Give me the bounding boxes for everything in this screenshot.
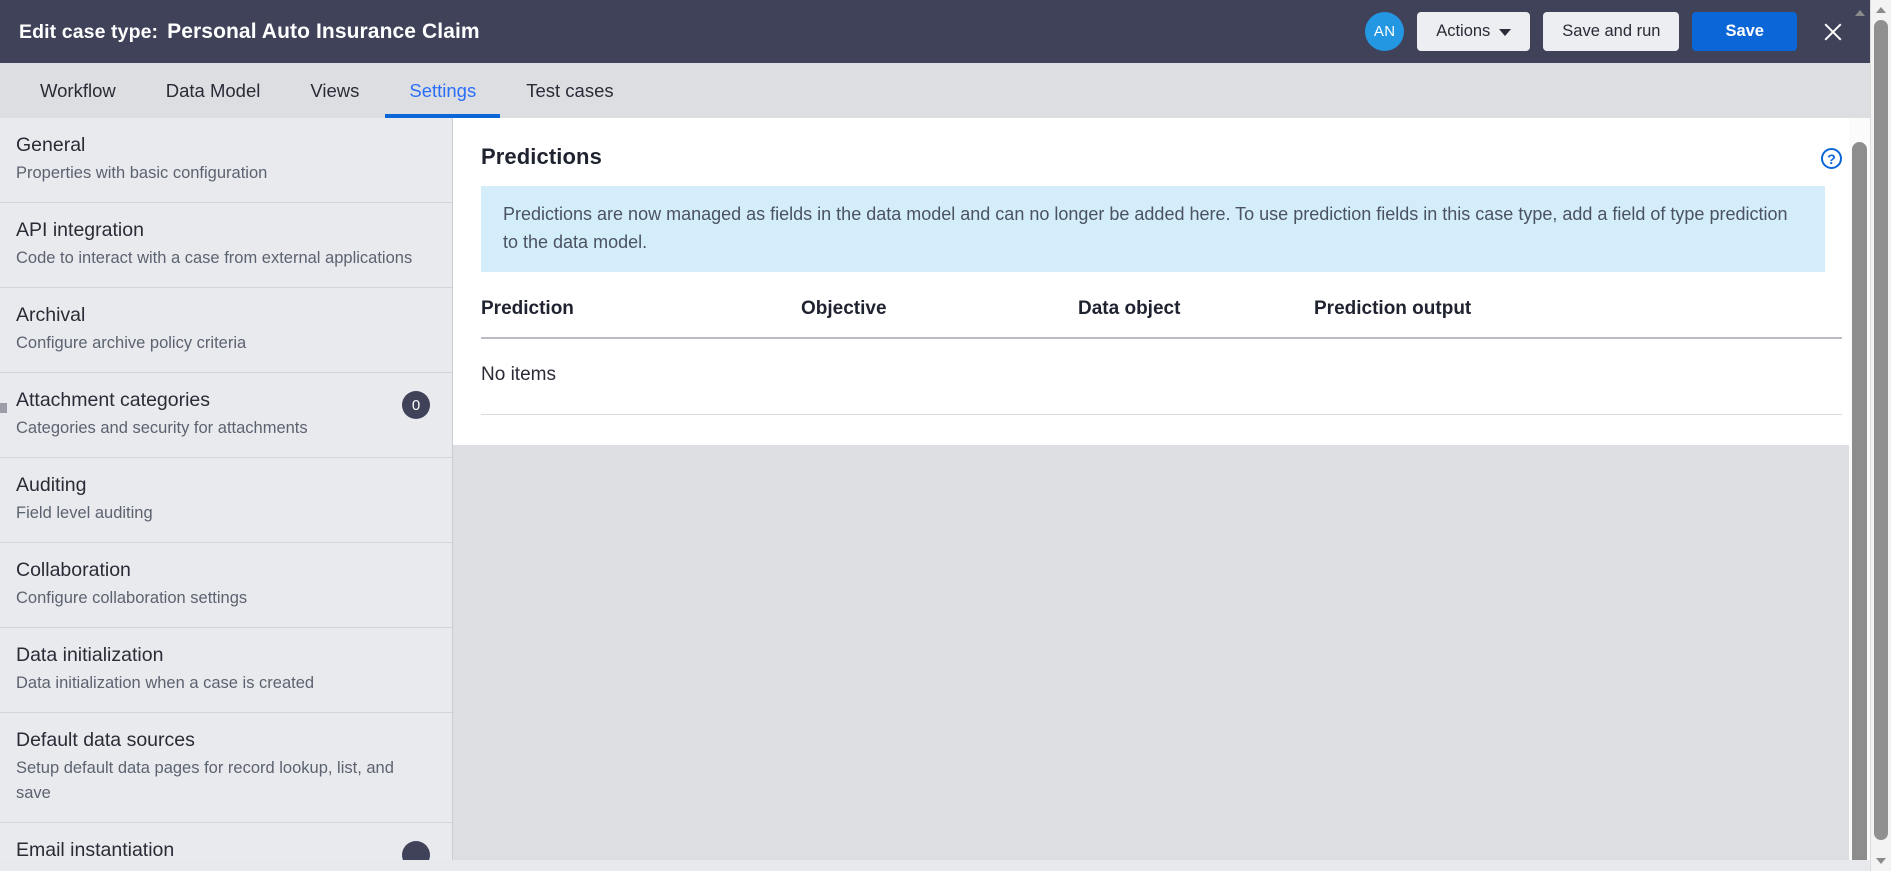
sidebar-item-desc: Data initialization when a case is creat… [16,674,315,692]
sidebar-item-title: General [16,134,86,156]
sidebar-item-email-instantiation[interactable]: Email instantiation [0,823,452,860]
page-title-label: Edit case type: [19,20,159,43]
tab-data-model-label: Data Model [165,79,261,101]
column-header-data-object[interactable]: Data object [1078,298,1314,339]
page-scroll-up-button[interactable] [1871,0,1891,20]
header-actions: AN Actions Save and run Save [1365,12,1870,51]
sidebar-item-desc: Code to interact with a case from extern… [16,249,413,267]
sidebar-item-desc: Configure archive policy criteria [16,334,247,352]
save-button-label: Save [1725,22,1764,40]
sidebar-item-desc: Properties with basic configuration [16,164,268,182]
chevron-down-icon [1499,29,1512,36]
column-header-prediction[interactable]: Prediction [481,298,801,339]
page-scroll-down-button[interactable] [1871,851,1891,871]
page-title-value: Personal Auto Insurance Claim [167,19,480,43]
modal-header: Edit case type: Personal Auto Insurance … [0,0,1870,63]
tab-test-cases-label: Test cases [526,79,614,101]
info-banner: Predictions are now managed as fields in… [481,186,1825,272]
page-scrollbar-thumb[interactable] [1874,20,1888,840]
chevron-up-icon [1854,10,1865,16]
sidebar-item-title: Collaboration [16,559,131,581]
sidebar-item-title: Email instantiation [16,839,175,860]
sidebar-item-title: Auditing [16,474,87,496]
tab-views[interactable]: Views [285,63,384,118]
status-badge [402,841,430,860]
tab-workflow-label: Workflow [40,79,116,101]
status-badge: 0 [402,391,430,419]
sidebar-item-title: Default data sources [16,729,195,751]
sidebar-item-attachment-categories[interactable]: Attachment categories Categories and sec… [0,373,452,458]
settings-content: Predictions ? Predictions are now manage… [453,118,1870,860]
sidebar-item-api-integration[interactable]: API integration Code to interact with a … [0,203,452,288]
sidebar-item-auditing[interactable]: Auditing Field level auditing [0,458,452,543]
chevron-up-icon [1876,7,1886,13]
predictions-table: Prediction Objective Data object Predict… [481,298,1842,415]
save-and-run-label: Save and run [1562,22,1661,40]
sidebar-item-title: Archival [16,304,86,326]
tab-data-model[interactable]: Data Model [141,63,286,118]
actions-button-label: Actions [1436,22,1491,40]
sidebar-item-title: Attachment categories [16,389,211,411]
tab-settings[interactable]: Settings [384,63,501,118]
sidebar-item-default-data-sources[interactable]: Default data sources Setup default data … [0,713,452,823]
page-title: Edit case type: Personal Auto Insurance … [19,20,480,44]
table-empty-row: No items [481,338,1842,415]
table-header-row: Prediction Objective Data object Predict… [481,298,1842,339]
column-header-prediction-output[interactable]: Prediction output [1314,298,1842,339]
sidebar-scroll-thumb[interactable] [0,403,7,413]
page-scrollbar[interactable] [1870,0,1891,871]
sidebar-item-title: Data initialization [16,644,164,666]
card-header: Predictions ? [481,144,1842,170]
tab-test-cases[interactable]: Test cases [501,63,638,118]
sidebar-item-title: API integration [16,219,144,241]
sidebar-item-desc: Field level auditing [16,504,153,522]
sidebar-item-desc: Categories and security for attachments [16,419,308,437]
modal-scrollbar-thumb[interactable] [1852,142,1867,860]
settings-sidebar[interactable]: General Properties with basic configurat… [0,118,453,860]
predictions-card: Predictions ? Predictions are now manage… [453,118,1870,445]
help-circle-icon[interactable]: ? [1821,148,1842,169]
sidebar-item-desc: Configure collaboration settings [16,589,248,607]
tab-settings-label: Settings [409,79,477,101]
edit-case-type-modal: Edit case type: Personal Auto Insurance … [0,0,1870,860]
modal-scroll-up-arrow[interactable] [1852,6,1867,20]
actions-button[interactable]: Actions [1417,12,1531,51]
sidebar-item-desc: Setup default data pages for record look… [16,759,394,802]
tab-views-label: Views [310,79,360,101]
empty-state-text: No items [481,338,1842,415]
sidebar-item-general[interactable]: General Properties with basic configurat… [0,118,452,203]
save-and-run-button[interactable]: Save and run [1543,12,1680,51]
save-button[interactable]: Save [1692,12,1797,51]
avatar[interactable]: AN [1365,12,1405,51]
section-title: Predictions [481,144,602,169]
modal-body: General Properties with basic configurat… [0,118,1870,860]
column-header-objective[interactable]: Objective [801,298,1078,339]
close-icon[interactable] [1814,13,1852,51]
sidebar-item-archival[interactable]: Archival Configure archive policy criter… [0,288,452,373]
sidebar-item-data-initialization[interactable]: Data initialization Data initialization … [0,628,452,713]
modal-scrollbar[interactable] [1849,118,1870,860]
tab-bar: Workflow Data Model Views Settings Test … [0,63,1870,118]
sidebar-item-collaboration[interactable]: Collaboration Configure collaboration se… [0,543,452,628]
tab-workflow[interactable]: Workflow [15,63,141,118]
chevron-down-icon [1876,858,1886,864]
